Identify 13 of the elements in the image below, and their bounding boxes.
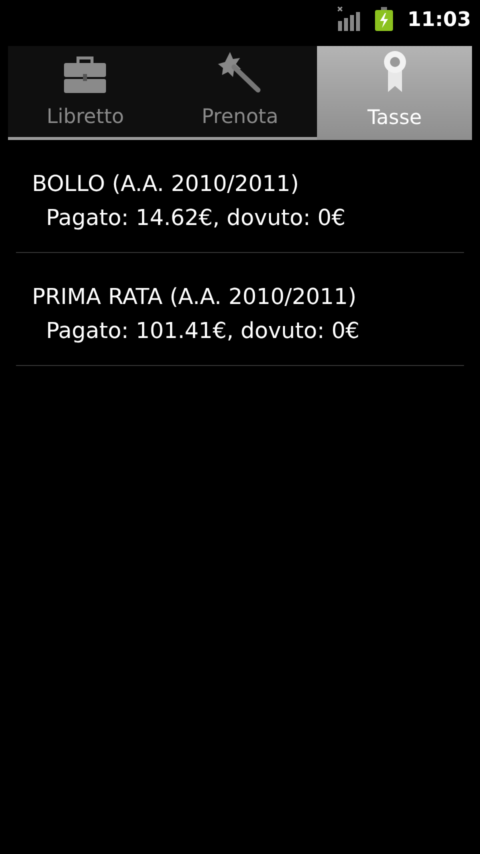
clock: 11:03 — [407, 6, 471, 33]
tab[interactable]: Prenota — [162, 46, 318, 140]
fee-detail: Pagato: 14.62€, dovuto: 0€ — [45, 205, 347, 233]
battery-icon — [375, 7, 394, 31]
signal-icon — [337, 6, 362, 32]
briefcase-icon — [63, 55, 108, 93]
fee-detail: Pagato: 101.41€, dovuto: 0€ — [45, 318, 361, 346]
fee-title: BOLLO (A.A. 2010/2011) — [32, 171, 300, 199]
fee-title: PRIMA RATA (A.A. 2010/2011) — [32, 284, 358, 312]
tab[interactable]: Tasse — [317, 46, 472, 140]
tab[interactable]: Libretto — [8, 46, 163, 140]
magic-wand-icon — [218, 51, 262, 93]
award-ribbon-icon — [382, 50, 408, 94]
